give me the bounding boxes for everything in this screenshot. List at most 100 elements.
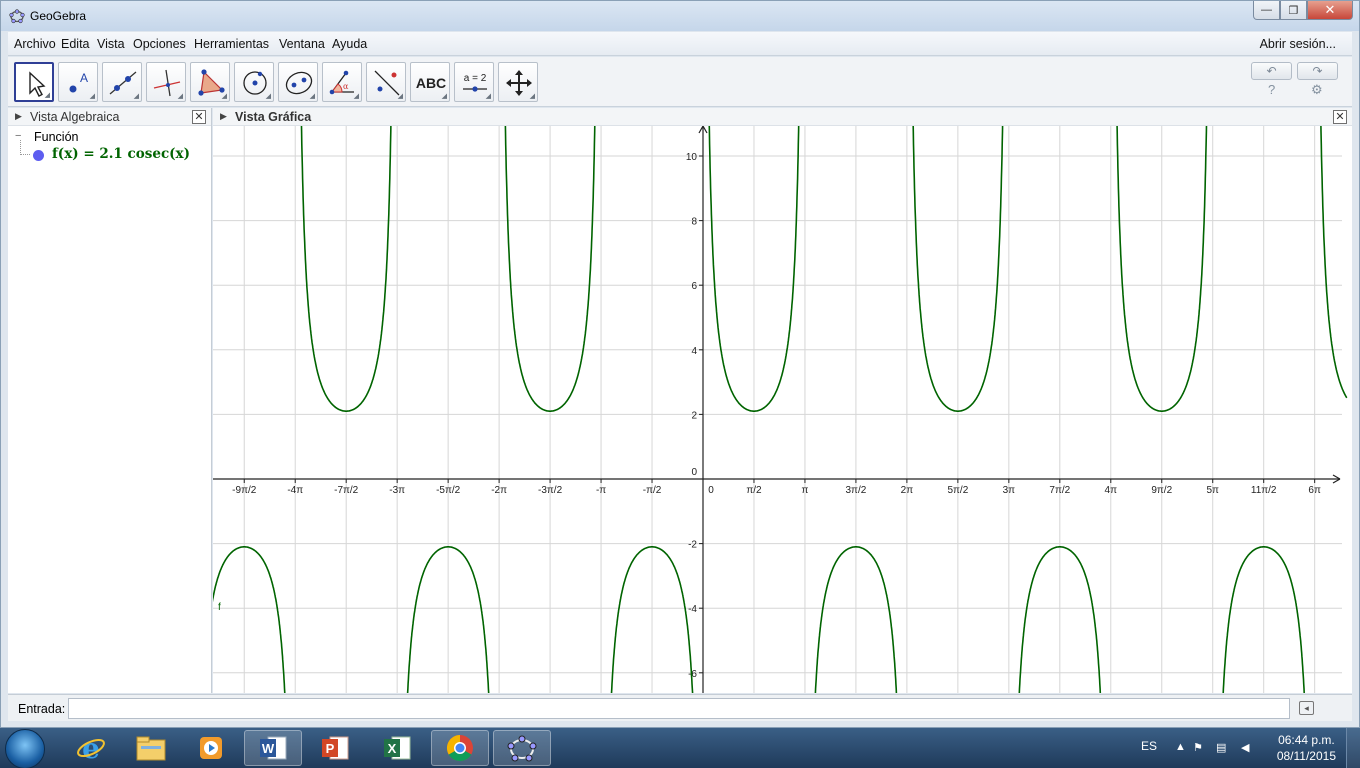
menu-ventana[interactable]: Ventana bbox=[279, 37, 325, 51]
clock-time: 06:44 p.m. bbox=[1278, 733, 1335, 747]
collapse-triangle-icon[interactable]: ▶ bbox=[15, 111, 22, 122]
svg-text:a = 2: a = 2 bbox=[464, 73, 487, 84]
y-tick-label: 8 bbox=[691, 217, 697, 228]
x-tick-label: 6π bbox=[1308, 485, 1321, 496]
x-tick-label: 11π/2 bbox=[1251, 485, 1277, 496]
svg-text:A: A bbox=[80, 71, 88, 85]
slider-tool[interactable]: a = 2 ◢ bbox=[454, 62, 494, 102]
x-tick-label: π/2 bbox=[746, 485, 762, 496]
menu-archivo[interactable]: Archivo bbox=[14, 37, 56, 51]
language-indicator[interactable]: ES bbox=[1141, 739, 1157, 753]
x-tick-label: -3π bbox=[389, 485, 405, 496]
word-icon[interactable]: W bbox=[244, 730, 302, 766]
move-tool[interactable]: ◢ bbox=[14, 62, 54, 102]
ellipse-tool[interactable]: ◢ bbox=[278, 62, 318, 102]
input-label: Entrada: bbox=[18, 702, 66, 716]
x-tick-label: -3π/2 bbox=[538, 485, 563, 496]
taskbar: e W P X ES ▲ ⚑ ▤ ◀ 06:44 p.m. 08/11/2015 bbox=[0, 728, 1360, 768]
tool-bar: ◢ A ◢ ◢ ◢ ◢ ◢ ◢ α ◢ ◢ ABC ◢ a = 2 ◢ ◢ ↶ … bbox=[8, 57, 1352, 107]
y-tick-label: 2 bbox=[691, 410, 697, 421]
x-tick-label: 0 bbox=[708, 485, 714, 496]
curve-label: f bbox=[218, 602, 221, 613]
menu-ayuda[interactable]: Ayuda bbox=[332, 37, 367, 51]
x-tick-label: 7π/2 bbox=[1049, 485, 1070, 496]
help-icon[interactable]: ? bbox=[1268, 82, 1275, 97]
minimize-button[interactable]: — bbox=[1253, 1, 1280, 20]
graphics-view[interactable]: ▶ Vista Gráfica ✕ -9π/2 -4π -7π/2 -3π -5π/2 -… bbox=[213, 108, 1352, 693]
menu-opciones[interactable]: Opciones bbox=[133, 37, 186, 51]
y-tick-label: -2 bbox=[688, 540, 697, 551]
polygon-tool[interactable]: ◢ bbox=[190, 62, 230, 102]
close-view-icon[interactable]: ✕ bbox=[192, 110, 206, 124]
algebra-view: ▶ Vista Algebraica ✕ − Función f(x) = 2.… bbox=[8, 108, 212, 693]
keyboard-icon[interactable]: ◂ bbox=[1299, 701, 1314, 715]
geogebra-icon[interactable] bbox=[493, 730, 551, 766]
move-graphics-tool[interactable]: ◢ bbox=[498, 62, 538, 102]
show-desktop-button[interactable] bbox=[1346, 728, 1360, 768]
file-explorer-icon[interactable] bbox=[122, 730, 180, 766]
function-curve-branch bbox=[213, 546, 286, 693]
sign-in-link[interactable]: Abrir sesión... bbox=[1260, 37, 1336, 51]
close-button[interactable]: ✕ bbox=[1307, 1, 1353, 20]
menu-herramientas[interactable]: Herramientas bbox=[194, 37, 269, 51]
geogebra-logo-icon bbox=[9, 9, 25, 24]
algebra-view-header: ▶ Vista Algebraica ✕ bbox=[8, 108, 211, 126]
svg-text:α: α bbox=[343, 82, 349, 91]
tree-connector bbox=[20, 140, 30, 155]
circle-tool[interactable]: ◢ bbox=[234, 62, 274, 102]
internet-explorer-icon[interactable]: e bbox=[62, 730, 120, 766]
function-expression[interactable]: f(x) = 2.1 cosec(x) bbox=[52, 146, 190, 162]
x-tick-label: -5π/2 bbox=[436, 485, 461, 496]
powerpoint-icon[interactable]: P bbox=[306, 730, 364, 766]
x-tick-label: -9π/2 bbox=[232, 485, 257, 496]
x-tick-label: π bbox=[801, 485, 808, 496]
undo-button[interactable]: ↶ bbox=[1251, 62, 1292, 80]
y-tick-label: 10 bbox=[686, 152, 698, 163]
gear-icon[interactable]: ⚙ bbox=[1311, 82, 1323, 98]
point-tool[interactable]: A ◢ bbox=[58, 62, 98, 102]
svg-text:ABC: ABC bbox=[416, 75, 446, 91]
title-bar: GeoGebra — ❐ ✕ bbox=[1, 1, 1359, 31]
redo-button[interactable]: ↷ bbox=[1297, 62, 1338, 80]
x-tick-label: 4π bbox=[1105, 485, 1118, 496]
input-bar: Entrada: ◂ bbox=[8, 694, 1352, 721]
x-tick-label: 9π/2 bbox=[1151, 485, 1172, 496]
menu-edita[interactable]: Edita bbox=[61, 37, 90, 51]
x-tick-label: -π bbox=[596, 485, 606, 496]
show-hidden-icons-icon[interactable]: ▲ bbox=[1175, 741, 1186, 753]
x-tick-label: 5π/2 bbox=[947, 485, 968, 496]
window-title: GeoGebra bbox=[30, 9, 87, 23]
line-tool[interactable]: ◢ bbox=[102, 62, 142, 102]
x-tick-label: 3π/2 bbox=[846, 485, 867, 496]
x-tick-label: -7π/2 bbox=[334, 485, 359, 496]
svg-text:X: X bbox=[388, 741, 397, 756]
network-icon[interactable]: ▤ bbox=[1216, 741, 1226, 754]
x-tick-label: 2π bbox=[901, 485, 914, 496]
volume-icon[interactable]: ◀ bbox=[1241, 741, 1249, 754]
excel-icon[interactable]: X bbox=[368, 730, 426, 766]
function-plot[interactable]: -9π/2 -4π -7π/2 -3π -5π/2 -2π -3π/2 -π -π/2 0 π/2 π… bbox=[213, 126, 1352, 693]
start-button[interactable] bbox=[5, 729, 45, 768]
y-tick-label: -6 bbox=[688, 669, 697, 680]
text-tool[interactable]: ABC ◢ bbox=[410, 62, 450, 102]
category-label: Función bbox=[34, 130, 79, 144]
angle-tool[interactable]: α ◢ bbox=[322, 62, 362, 102]
y-tick-label: 6 bbox=[691, 281, 697, 292]
function-curve-branch bbox=[1320, 126, 1348, 399]
x-tick-label: -4π bbox=[287, 485, 303, 496]
visibility-toggle[interactable] bbox=[33, 150, 44, 161]
reflect-tool[interactable]: ◢ bbox=[366, 62, 406, 102]
menu-vista[interactable]: Vista bbox=[97, 37, 125, 51]
y-tick-label: 0 bbox=[691, 467, 697, 478]
clock[interactable]: 06:44 p.m. 08/11/2015 bbox=[1277, 732, 1336, 764]
graphics-view-title: Vista Gráfica bbox=[235, 110, 312, 124]
maximize-button[interactable]: ❐ bbox=[1280, 1, 1307, 20]
perpendicular-tool[interactable]: ◢ bbox=[146, 62, 186, 102]
chrome-icon[interactable] bbox=[431, 730, 489, 766]
close-view-icon[interactable]: ✕ bbox=[1333, 110, 1347, 124]
collapse-triangle-icon[interactable]: ▶ bbox=[220, 111, 227, 122]
svg-text:P: P bbox=[326, 741, 335, 756]
action-center-icon[interactable]: ⚑ bbox=[1193, 741, 1203, 754]
input-field[interactable] bbox=[68, 698, 1290, 719]
media-player-icon[interactable] bbox=[182, 730, 240, 766]
